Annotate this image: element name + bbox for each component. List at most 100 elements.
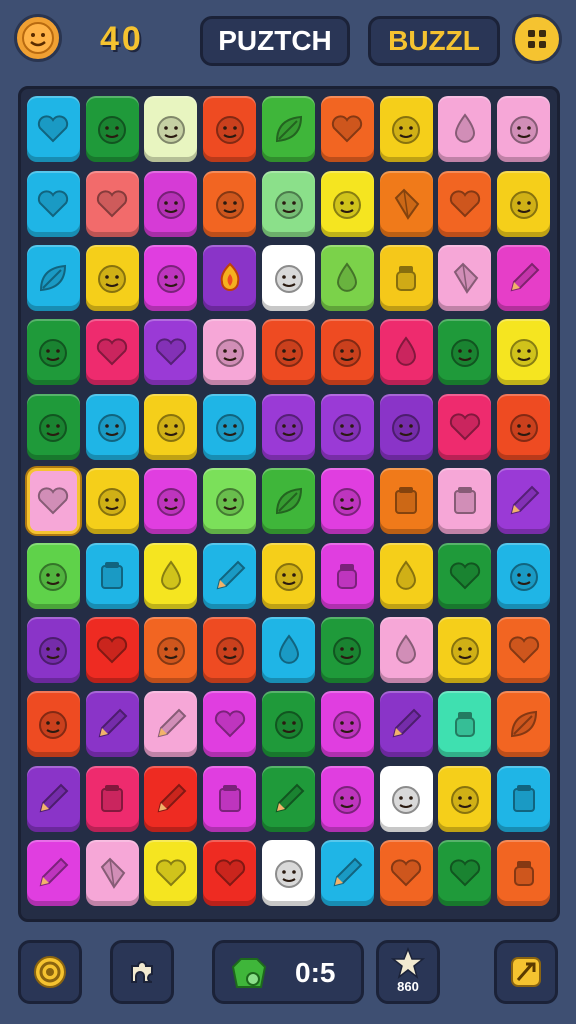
- game-tile[interactable]: [26, 765, 80, 832]
- game-tile[interactable]: [262, 691, 316, 758]
- game-tile[interactable]: [379, 468, 433, 535]
- game-tile[interactable]: [379, 765, 433, 832]
- game-tile[interactable]: [262, 765, 316, 832]
- game-tile[interactable]: [26, 393, 80, 460]
- game-tile[interactable]: [85, 691, 139, 758]
- game-tile[interactable]: [379, 244, 433, 311]
- game-tile[interactable]: [85, 765, 139, 832]
- game-tile[interactable]: [262, 393, 316, 460]
- game-tile[interactable]: [203, 840, 257, 907]
- game-tile[interactable]: [438, 765, 492, 832]
- game-tile[interactable]: [85, 616, 139, 683]
- game-tile[interactable]: [320, 765, 374, 832]
- settings-button[interactable]: [18, 940, 82, 1004]
- game-tile[interactable]: [203, 393, 257, 460]
- game-tile[interactable]: [320, 542, 374, 609]
- game-tile[interactable]: [26, 616, 80, 683]
- game-tile[interactable]: [26, 96, 80, 163]
- game-tile[interactable]: [262, 840, 316, 907]
- game-tile[interactable]: [497, 691, 551, 758]
- game-tile[interactable]: [379, 319, 433, 386]
- game-tile[interactable]: [203, 244, 257, 311]
- game-tile[interactable]: [320, 96, 374, 163]
- game-tile[interactable]: [438, 244, 492, 311]
- game-tile[interactable]: [438, 393, 492, 460]
- game-tile[interactable]: [26, 244, 80, 311]
- game-tile[interactable]: [438, 170, 492, 237]
- game-tile[interactable]: [144, 170, 198, 237]
- game-tile[interactable]: [85, 393, 139, 460]
- game-tile[interactable]: [203, 96, 257, 163]
- game-tile[interactable]: [26, 170, 80, 237]
- menu-grid-button[interactable]: [512, 14, 562, 64]
- game-tile[interactable]: [379, 616, 433, 683]
- game-tile[interactable]: [320, 691, 374, 758]
- game-tile[interactable]: [379, 542, 433, 609]
- game-tile[interactable]: [144, 840, 198, 907]
- game-tile[interactable]: [497, 840, 551, 907]
- game-tile[interactable]: [144, 765, 198, 832]
- game-tile[interactable]: [203, 765, 257, 832]
- game-tile[interactable]: [26, 319, 80, 386]
- game-tile[interactable]: [203, 319, 257, 386]
- game-tile[interactable]: [320, 319, 374, 386]
- game-tile[interactable]: [144, 616, 198, 683]
- game-tile[interactable]: [144, 393, 198, 460]
- game-tile[interactable]: [438, 542, 492, 609]
- game-tile[interactable]: [497, 319, 551, 386]
- game-tile[interactable]: [85, 840, 139, 907]
- game-tile[interactable]: [85, 319, 139, 386]
- game-tile[interactable]: [320, 170, 374, 237]
- game-tile[interactable]: [320, 468, 374, 535]
- game-tile[interactable]: [26, 691, 80, 758]
- game-tile[interactable]: [85, 542, 139, 609]
- game-tile[interactable]: [379, 840, 433, 907]
- stars-button[interactable]: 860: [376, 940, 440, 1004]
- game-tile[interactable]: [26, 542, 80, 609]
- game-tile[interactable]: [438, 840, 492, 907]
- game-tile[interactable]: [85, 96, 139, 163]
- game-tile[interactable]: [85, 468, 139, 535]
- game-tile[interactable]: [497, 393, 551, 460]
- game-tile[interactable]: [262, 468, 316, 535]
- game-tile[interactable]: [203, 468, 257, 535]
- game-tile[interactable]: [438, 468, 492, 535]
- game-tile[interactable]: [203, 616, 257, 683]
- game-tile[interactable]: [262, 319, 316, 386]
- game-tile[interactable]: [379, 170, 433, 237]
- game-tile[interactable]: [379, 691, 433, 758]
- game-tile[interactable]: [203, 170, 257, 237]
- game-tile[interactable]: [203, 542, 257, 609]
- game-tile[interactable]: [144, 691, 198, 758]
- game-tile[interactable]: [262, 542, 316, 609]
- game-tile[interactable]: [497, 765, 551, 832]
- shuffle-button[interactable]: [110, 940, 174, 1004]
- game-tile[interactable]: [262, 244, 316, 311]
- game-tile[interactable]: [262, 616, 316, 683]
- game-tile[interactable]: [379, 96, 433, 163]
- game-tile[interactable]: [438, 319, 492, 386]
- game-tile[interactable]: [497, 170, 551, 237]
- player-avatar-icon[interactable]: [14, 14, 62, 62]
- game-tile[interactable]: [320, 393, 374, 460]
- game-tile[interactable]: [497, 542, 551, 609]
- game-tile[interactable]: [438, 691, 492, 758]
- game-tile[interactable]: [144, 319, 198, 386]
- game-tile[interactable]: [262, 170, 316, 237]
- game-tile[interactable]: [320, 616, 374, 683]
- game-tile[interactable]: [497, 616, 551, 683]
- game-tile[interactable]: [85, 170, 139, 237]
- game-tile[interactable]: [85, 244, 139, 311]
- game-tile[interactable]: [438, 616, 492, 683]
- game-tile[interactable]: [497, 244, 551, 311]
- game-tile[interactable]: [320, 244, 374, 311]
- game-tile[interactable]: [144, 542, 198, 609]
- game-tile[interactable]: [203, 691, 257, 758]
- game-tile[interactable]: [26, 840, 80, 907]
- game-tile[interactable]: [144, 468, 198, 535]
- hint-button[interactable]: [494, 940, 558, 1004]
- game-tile[interactable]: [497, 96, 551, 163]
- game-tile[interactable]: [144, 244, 198, 311]
- game-tile[interactable]: [379, 393, 433, 460]
- game-tile[interactable]: [320, 840, 374, 907]
